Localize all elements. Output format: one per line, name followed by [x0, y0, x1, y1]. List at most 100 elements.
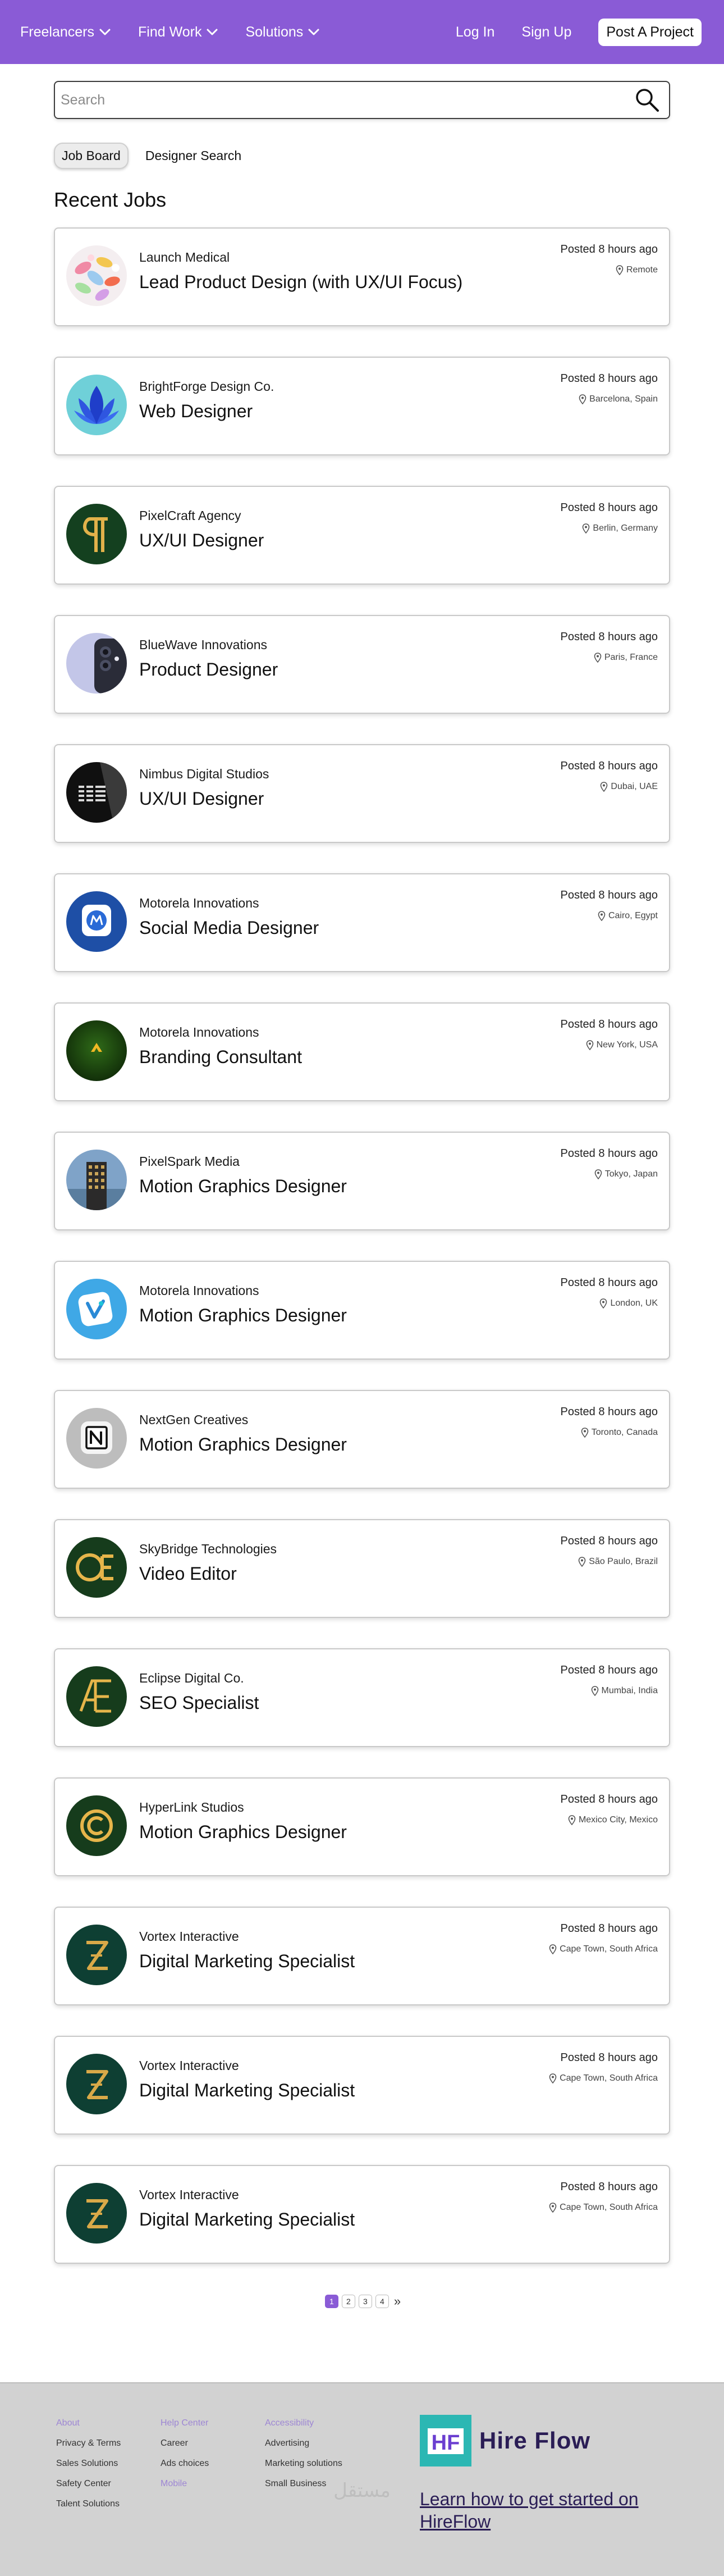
building-logo-icon	[66, 1150, 127, 1210]
job-title[interactable]: Video Editor	[139, 1563, 277, 1584]
job-card[interactable]: Vortex Interactive Digital Marketing Spe…	[54, 2165, 670, 2264]
job-card[interactable]: Motorela Innovations Branding Consultant…	[54, 1002, 670, 1101]
tab-job-board[interactable]: Job Board	[54, 143, 129, 169]
tab-designer-search[interactable]: Designer Search	[139, 144, 248, 168]
page-button-2[interactable]: 2	[341, 2295, 355, 2308]
job-meta: Posted 8 hours ago Cape Town, South Afri…	[549, 2051, 658, 2083]
location-label: Berlin, Germany	[593, 523, 658, 533]
footer-link-ads[interactable]: Ads choices	[161, 2459, 209, 2469]
job-title[interactable]: Motion Graphics Designer	[139, 1305, 347, 1326]
job-text: BrightForge Design Co. Web Designer	[139, 375, 274, 422]
nav-find-work[interactable]: Find Work	[138, 24, 218, 40]
job-card[interactable]: Vortex Interactive Digital Marketing Spe…	[54, 2036, 670, 2135]
job-title[interactable]: Digital Marketing Specialist	[139, 1951, 355, 1972]
job-title[interactable]: Digital Marketing Specialist	[139, 2080, 355, 2101]
job-title[interactable]: Lead Product Design (with UX/UI Focus)	[139, 272, 462, 293]
job-title[interactable]: Web Designer	[139, 401, 274, 422]
page-button-1[interactable]: 1	[324, 2295, 338, 2308]
job-card[interactable]: SkyBridge Technologies Video Editor Post…	[54, 1519, 670, 1618]
learn-get-started-link[interactable]: Learn how to get started on HireFlow	[420, 2488, 656, 2533]
job-card[interactable]: Eclipse Digital Co. SEO Specialist Poste…	[54, 1648, 670, 1747]
job-title[interactable]: SEO Specialist	[139, 1693, 259, 1713]
location-pin-icon	[583, 523, 590, 534]
job-card[interactable]: NextGen Creatives Motion Graphics Design…	[54, 1390, 670, 1489]
job-card[interactable]: Nimbus Digital Studios UX/UI Designer Po…	[54, 744, 670, 843]
location-pin-icon	[579, 394, 586, 404]
company-name: Motorela Innovations	[139, 1025, 259, 1039]
job-card[interactable]: PixelSpark Media Motion Graphics Designe…	[54, 1132, 670, 1230]
job-meta: Posted 8 hours ago Dubai, UAE	[561, 760, 658, 792]
job-location: Toronto, Canada	[561, 1428, 658, 1438]
page-button-3[interactable]: 3	[358, 2295, 372, 2308]
job-meta: Posted 8 hours ago Mexico City, Mexico	[561, 1793, 658, 1825]
nav-solutions[interactable]: Solutions	[245, 24, 320, 40]
job-title[interactable]: Motion Graphics Designer	[139, 1822, 347, 1843]
footer-link-sales[interactable]: Sales Solutions	[56, 2459, 121, 2469]
footer-link-about[interactable]: About	[56, 2418, 121, 2428]
job-meta: Posted 8 hours ago São Paulo, Brazil	[561, 1535, 658, 1567]
footer-link-talent[interactable]: Talent Solutions	[56, 2499, 121, 2509]
location-label: Paris, France	[604, 653, 658, 662]
next-page-icon[interactable]: »	[394, 2294, 401, 2309]
job-title[interactable]: Social Media Designer	[139, 918, 319, 938]
job-text: Launch Medical Lead Product Design (with…	[139, 245, 462, 293]
job-title[interactable]: UX/UI Designer	[139, 530, 264, 551]
job-location: Barcelona, Spain	[561, 394, 658, 404]
location-pin-icon	[594, 1169, 602, 1179]
job-card[interactable]: Motorela Innovations Motion Graphics Des…	[54, 1261, 670, 1360]
job-card[interactable]: HyperLink Studios Motion Graphics Design…	[54, 1777, 670, 1876]
nav-freelancers[interactable]: Freelancers	[20, 24, 111, 40]
company-name: Motorela Innovations	[139, 896, 259, 910]
job-title[interactable]: Digital Marketing Specialist	[139, 2209, 355, 2230]
job-location: Cape Town, South Africa	[549, 2203, 658, 2213]
job-title[interactable]: UX/UI Designer	[139, 788, 269, 809]
location-pin-icon	[586, 1040, 593, 1050]
ae-logo-icon	[66, 1666, 127, 1727]
job-card[interactable]: Launch Medical Lead Product Design (with…	[54, 227, 670, 326]
job-location: Cape Town, South Africa	[549, 2073, 658, 2083]
ibm-logo-icon	[66, 762, 127, 823]
job-location: São Paulo, Brazil	[561, 1557, 658, 1567]
job-card[interactable]: Motorela Innovations Social Media Design…	[54, 873, 670, 972]
post-project-button[interactable]: Post A Project	[598, 18, 702, 46]
job-title[interactable]: Branding Consultant	[139, 1047, 302, 1068]
job-card[interactable]: PixelCraft Agency UX/UI Designer Posted …	[54, 486, 670, 585]
brand-name: Hire Flow	[479, 2427, 591, 2454]
posted-time: Posted 8 hours ago	[560, 501, 658, 514]
footer-link-help[interactable]: Help Center	[161, 2418, 209, 2428]
job-location: New York, USA	[561, 1040, 658, 1050]
search-input[interactable]	[61, 92, 634, 108]
job-title[interactable]: Motion Graphics Designer	[139, 1176, 347, 1197]
location-pin-icon	[601, 782, 608, 792]
company-name: Launch Medical	[139, 250, 230, 265]
location-pin-icon	[549, 2203, 557, 2213]
footer-link-marketing[interactable]: Marketing solutions	[265, 2459, 342, 2469]
job-meta: Posted 8 hours ago Cape Town, South Afri…	[549, 1922, 658, 1954]
footer-link-mobile[interactable]: Mobile	[161, 2479, 209, 2489]
footer-link-safety[interactable]: Safety Center	[56, 2479, 121, 2489]
motorola-app-logo-icon	[66, 891, 127, 952]
footer-link-advertising[interactable]: Advertising	[265, 2438, 342, 2449]
job-text: Vortex Interactive Digital Marketing Spe…	[139, 2054, 355, 2101]
company-name: Nimbus Digital Studios	[139, 767, 269, 781]
footer-link-career[interactable]: Career	[161, 2438, 209, 2449]
job-title[interactable]: Product Designer	[139, 659, 278, 680]
footer-link-privacy[interactable]: Privacy & Terms	[56, 2438, 121, 2449]
login-link[interactable]: Log In	[456, 24, 495, 40]
z-logo-icon	[66, 2183, 127, 2244]
page-button-4[interactable]: 4	[375, 2295, 389, 2308]
signup-link[interactable]: Sign Up	[521, 24, 571, 40]
footer-link-accessibility[interactable]: Accessibility	[265, 2418, 342, 2428]
job-card[interactable]: BlueWave Innovations Product Designer Po…	[54, 615, 670, 714]
location-label: Mexico City, Mexico	[578, 1815, 658, 1825]
location-pin-icon	[581, 1428, 588, 1438]
pills-logo-icon	[66, 245, 127, 306]
job-card[interactable]: BrightForge Design Co. Web Designer Post…	[54, 357, 670, 455]
location-label: São Paulo, Brazil	[589, 1557, 658, 1566]
job-text: BlueWave Innovations Product Designer	[139, 633, 278, 680]
job-card[interactable]: Vortex Interactive Digital Marketing Spe…	[54, 1907, 670, 2005]
hireflow-logo-icon: HF	[420, 2415, 471, 2466]
job-location: Dubai, UAE	[561, 782, 658, 792]
search-icon[interactable]	[634, 87, 660, 113]
job-title[interactable]: Motion Graphics Designer	[139, 1434, 347, 1455]
